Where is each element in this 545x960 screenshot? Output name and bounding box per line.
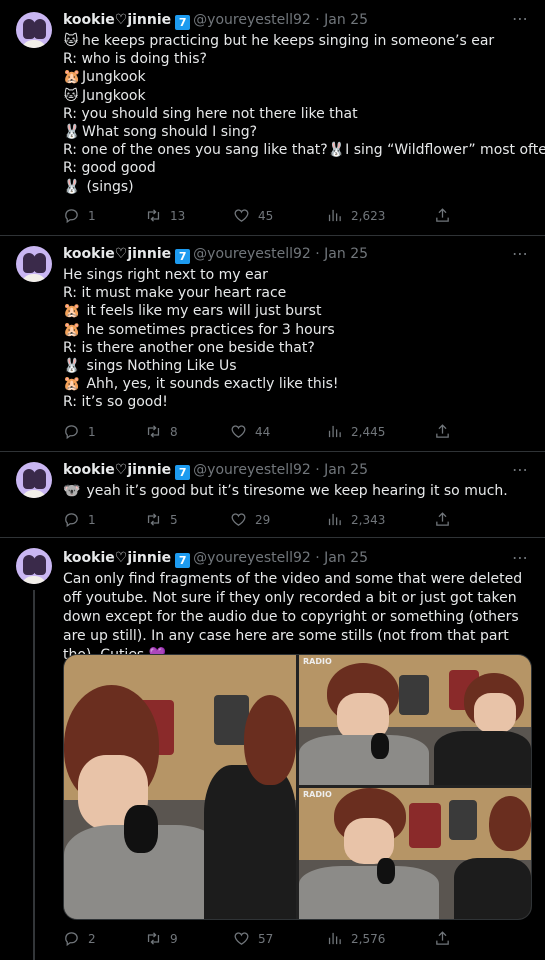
like-button[interactable]: 57 — [233, 929, 273, 949]
share-button[interactable] — [434, 929, 459, 949]
views-button[interactable]: 2,576 — [326, 929, 385, 949]
photo-1[interactable] — [64, 655, 296, 919]
retweet-icon — [147, 932, 160, 945]
views-icon — [328, 932, 341, 945]
radio-logo: RADIO — [303, 657, 332, 666]
tweet-actions: 2 9 57 2,576 — [63, 929, 493, 949]
tweet-4[interactable]: kookie♡jinnie 7 @youreyestell92 · Jan 25 ⋯… — [0, 0, 545, 960]
handle-and-date[interactable]: @youreyestell92 · Jan 25 — [193, 550, 368, 566]
avatar[interactable] — [16, 548, 52, 584]
more-options-icon[interactable]: ⋯ — [512, 548, 529, 567]
photo-3[interactable]: RADIO — [299, 788, 531, 919]
tweet-paragraph: Can only find fragments of the video and… — [63, 571, 523, 663]
radio-logo: RADIO — [303, 790, 332, 799]
reply-icon — [65, 932, 78, 947]
tweet-header: kookie♡jinnie 7 @youreyestell92 · Jan 25 — [63, 548, 368, 568]
photo-2[interactable]: RADIO — [299, 655, 531, 785]
media-grid[interactable]: RADIO RADIO — [63, 654, 532, 920]
reply-button[interactable]: 2 — [63, 929, 96, 949]
display-name[interactable]: kookie♡jinnie — [63, 550, 171, 566]
thread-line — [33, 590, 35, 960]
heart-icon — [234, 932, 249, 945]
tweet-text: Can only find fragments of the video and… — [63, 570, 533, 665]
badge-icon: 7 — [175, 553, 191, 568]
share-icon — [436, 931, 449, 945]
retweet-button[interactable]: 9 — [145, 929, 178, 949]
